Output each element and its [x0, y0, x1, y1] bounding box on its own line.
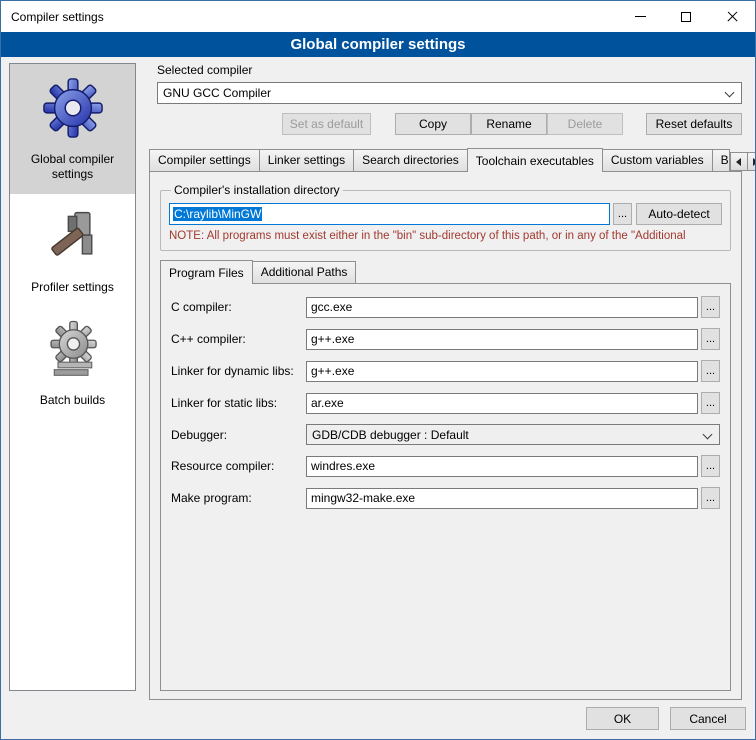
static-libs-linker-input[interactable] — [306, 393, 698, 414]
sidebar-item-batch-builds[interactable]: Batch builds — [10, 307, 135, 420]
tab-scroll-controls — [730, 152, 756, 171]
ok-button[interactable]: OK — [586, 707, 659, 730]
set-as-default-button: Set as default — [282, 113, 371, 135]
titlebar: Compiler settings — [1, 1, 755, 32]
program-files-tabstrip: Program Files Additional Paths — [160, 260, 735, 283]
window-controls — [617, 1, 755, 32]
bin-subdirectory-note: NOTE: All programs must exist either in … — [169, 230, 722, 242]
tab-scroll-right-button[interactable] — [747, 152, 756, 171]
installation-directory-value: C:\raylib\MinGW — [173, 207, 262, 221]
resource-compiler-browse-button[interactable]: ... — [701, 455, 720, 477]
installation-directory-input[interactable]: C:\raylib\MinGW — [169, 203, 610, 225]
installation-directory-legend: Compiler's installation directory — [171, 183, 343, 197]
sidebar-item-label: Global compiler settings — [14, 152, 131, 182]
tab-additional-paths[interactable]: Additional Paths — [252, 261, 357, 283]
chevron-down-icon — [703, 430, 713, 440]
delete-button: Delete — [547, 113, 623, 135]
tab-search-directories[interactable]: Search directories — [353, 149, 468, 171]
maximize-icon — [681, 12, 691, 22]
tab-custom-variables[interactable]: Custom variables — [602, 149, 713, 171]
minimize-button[interactable] — [617, 1, 663, 32]
cancel-button[interactable]: Cancel — [670, 707, 746, 730]
field-row-cpp-compiler: C++ compiler: ... — [171, 328, 720, 350]
compiler-select[interactable]: GNU GCC Compiler — [157, 82, 742, 104]
program-files-panel: C compiler: ... C++ compiler: ... Linker… — [160, 283, 731, 691]
static-libs-linker-browse-button[interactable]: ... — [701, 392, 720, 414]
cpp-compiler-input[interactable] — [306, 329, 698, 350]
selected-compiler-label: Selected compiler — [157, 63, 749, 77]
sidebar-item-label: Profiler settings — [31, 280, 114, 295]
chevron-down-icon — [725, 88, 735, 98]
sidebar-item-global-compiler-settings[interactable]: Global compiler settings — [10, 64, 135, 194]
compiler-settings-dialog: Compiler settings Global compiler settin… — [0, 0, 756, 740]
field-label: Debugger: — [171, 428, 306, 442]
tab-compiler-settings[interactable]: Compiler settings — [149, 149, 260, 171]
gear-blue-icon — [42, 77, 104, 144]
dynamic-libs-linker-input[interactable] — [306, 361, 698, 382]
compiler-select-value: GNU GCC Compiler — [163, 86, 271, 100]
field-row-c-compiler: C compiler: ... — [171, 296, 720, 318]
field-label: Make program: — [171, 491, 306, 505]
auto-detect-button[interactable]: Auto-detect — [636, 203, 722, 225]
field-label: Resource compiler: — [171, 459, 306, 473]
cpp-compiler-browse-button[interactable]: ... — [701, 328, 720, 350]
field-row-resource-compiler: Resource compiler: ... — [171, 455, 720, 477]
installation-directory-group: Compiler's installation directory C:\ray… — [160, 183, 731, 251]
make-program-input[interactable] — [306, 488, 698, 509]
tab-scroll-left-button[interactable] — [730, 152, 748, 171]
field-row-static-linker: Linker for static libs: ... — [171, 392, 720, 414]
installation-directory-row: C:\raylib\MinGW ... Auto-detect — [169, 203, 722, 225]
installation-directory-browse-button[interactable]: ... — [613, 203, 632, 225]
window-title: Compiler settings — [1, 10, 104, 24]
copy-button[interactable]: Copy — [395, 113, 471, 135]
rename-button[interactable]: Rename — [471, 113, 547, 135]
minimize-icon — [635, 16, 646, 17]
tab-toolchain-executables[interactable]: Toolchain executables — [467, 148, 603, 172]
close-button[interactable] — [709, 1, 755, 32]
field-label: C++ compiler: — [171, 332, 306, 346]
toolchain-executables-panel: Compiler's installation directory C:\ray… — [149, 171, 742, 700]
tab-program-files[interactable]: Program Files — [160, 260, 253, 284]
reset-defaults-button[interactable]: Reset defaults — [646, 113, 742, 135]
field-row-make-program: Make program: ... — [171, 487, 720, 509]
close-icon — [726, 11, 738, 23]
field-label: Linker for static libs: — [171, 396, 306, 410]
tab-build-options[interactable]: Buil — [712, 149, 730, 171]
main-content: Selected compiler GNU GCC Compiler Set a… — [146, 63, 749, 700]
debugger-select[interactable]: GDB/CDB debugger : Default — [306, 424, 720, 445]
dynamic-libs-linker-browse-button[interactable]: ... — [701, 360, 720, 382]
profiler-tool-icon — [43, 207, 103, 272]
c-compiler-input[interactable] — [306, 297, 698, 318]
arrow-left-icon — [736, 158, 741, 166]
maximize-button[interactable] — [663, 1, 709, 32]
sidebar-item-label: Batch builds — [40, 393, 105, 408]
dialog-footer: OK Cancel — [586, 707, 746, 730]
field-row-debugger: Debugger: GDB/CDB debugger : Default — [171, 424, 720, 445]
compiler-actions: Set as default Copy Rename Delete Reset … — [157, 113, 742, 135]
field-row-dynamic-linker: Linker for dynamic libs: ... — [171, 360, 720, 382]
field-label: C compiler: — [171, 300, 306, 314]
sidebar-item-profiler-settings[interactable]: Profiler settings — [10, 194, 135, 307]
c-compiler-browse-button[interactable]: ... — [701, 296, 720, 318]
settings-sidebar: Global compiler settings Profiler settin… — [9, 63, 136, 691]
tab-linker-settings[interactable]: Linker settings — [259, 149, 354, 171]
field-label: Linker for dynamic libs: — [171, 364, 306, 378]
make-program-browse-button[interactable]: ... — [701, 487, 720, 509]
resource-compiler-input[interactable] — [306, 456, 698, 477]
settings-tabstrip: Compiler settings Linker settings Search… — [149, 148, 749, 171]
gear-stack-icon — [43, 320, 103, 385]
dialog-header-title: Global compiler settings — [1, 32, 755, 57]
debugger-select-value: GDB/CDB debugger : Default — [312, 428, 469, 442]
